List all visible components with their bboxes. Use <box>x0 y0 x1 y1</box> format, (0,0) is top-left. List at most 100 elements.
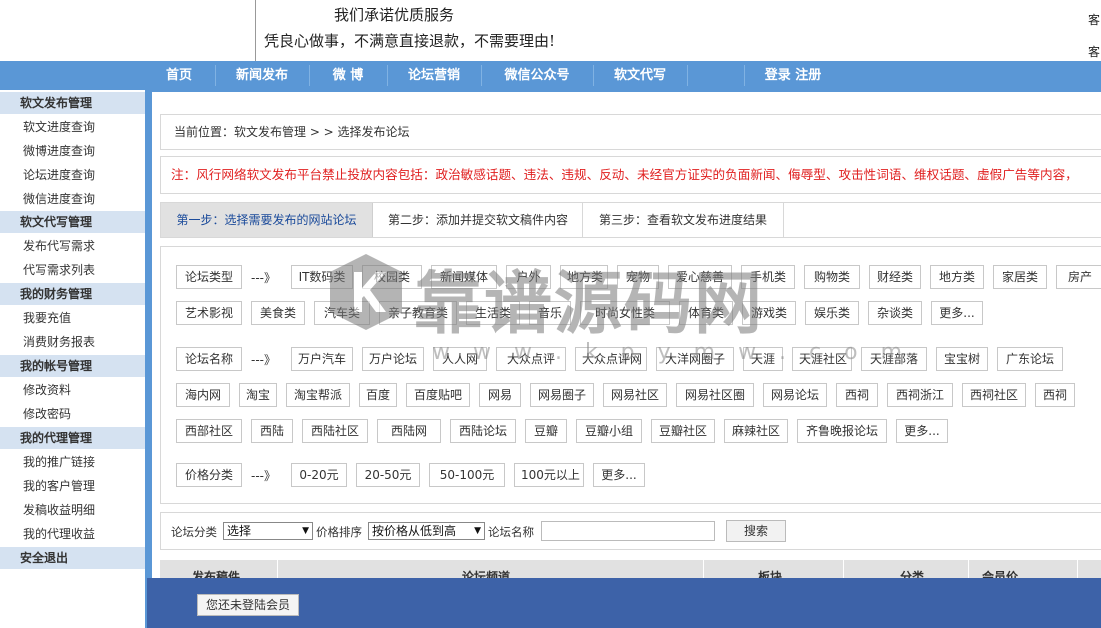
type-row1-tag[interactable]: IT数码类 <box>291 265 353 289</box>
type-row2-tag[interactable]: 时尚女性类 <box>580 301 670 325</box>
name-row3-tag[interactable]: 麻辣社区 <box>724 419 788 443</box>
name-row1-tag[interactable]: 大众点评 <box>496 347 566 371</box>
price-row-tag[interactable]: 20-50元 <box>356 463 420 487</box>
sidebar-item-referral-link[interactable]: 我的推广链接 <box>0 450 145 474</box>
type-row2-tag[interactable]: 艺术影视 <box>176 301 242 325</box>
name-row1-tag[interactable]: 万户论坛 <box>362 347 424 371</box>
type-row1-tag[interactable]: 户外 <box>506 265 551 289</box>
price-row-tag[interactable]: 0-20元 <box>291 463 347 487</box>
sidebar-group-article-publish[interactable]: 软文发布管理 <box>0 92 145 114</box>
step-2-tab[interactable]: 第二步：添加并提交软文稿件内容 <box>374 203 582 237</box>
sidebar-item-weibo-progress[interactable]: 微博进度查询 <box>0 139 145 163</box>
name-row1-tag[interactable]: 万户汽车 <box>291 347 353 371</box>
price-row-tag[interactable]: 100元以上 <box>514 463 584 487</box>
type-row1-tag[interactable]: 购物类 <box>804 265 860 289</box>
nav-login-register[interactable]: 登录 注册 <box>745 61 841 90</box>
type-row2-tag[interactable]: 生活类 <box>466 301 520 325</box>
name-row2-tag[interactable]: 淘宝帮派 <box>286 383 350 407</box>
nav-news-publish[interactable]: 新闻发布 <box>216 61 308 90</box>
name-row2-tag[interactable]: 西祠社区 <box>962 383 1026 407</box>
step-1-tab[interactable]: 第一步：选择需要发布的网站论坛 <box>161 203 373 237</box>
sidebar-item-earnings-detail[interactable]: 发稿收益明细 <box>0 498 145 522</box>
type-row2-tag[interactable]: 更多... <box>931 301 983 325</box>
type-row1-tag[interactable]: 爱心慈善 <box>668 265 732 289</box>
name-row1-tag[interactable]: 人人网 <box>433 347 487 371</box>
sidebar-group-account[interactable]: 我的帐号管理 <box>0 355 145 377</box>
category-select[interactable]: 选择 ▼ <box>223 522 313 540</box>
name-row1-tag[interactable]: 宝宝树 <box>936 347 988 371</box>
name-row2-tag[interactable]: 网易论坛 <box>763 383 827 407</box>
price-row-tag[interactable]: 更多... <box>593 463 645 487</box>
name-row2-tag[interactable]: 百度 <box>359 383 397 407</box>
type-row1-tag[interactable]: 地方类 <box>560 265 608 289</box>
name-row2-tag[interactable]: 网易社区 <box>603 383 667 407</box>
name-row3-tag[interactable]: 豆瓣小组 <box>576 419 642 443</box>
name-row1-tag[interactable]: 广东论坛 <box>997 347 1063 371</box>
name-row3-tag[interactable]: 西陆 <box>251 419 293 443</box>
type-row1-tag[interactable]: 校园类 <box>362 265 422 289</box>
type-row1-tag[interactable]: 家居类 <box>993 265 1047 289</box>
sidebar-group-agent[interactable]: 我的代理管理 <box>0 427 145 449</box>
nav-forum-marketing[interactable]: 论坛营销 <box>388 61 480 90</box>
nav-home[interactable]: 首页 <box>150 61 208 90</box>
type-row2-tag[interactable]: 音乐 <box>529 301 571 325</box>
sidebar-item-post-writing-request[interactable]: 发布代写需求 <box>0 234 145 258</box>
nav-weibo[interactable]: 微 博 <box>310 61 386 90</box>
name-row3-tag[interactable]: 齐鲁晚报论坛 <box>797 419 887 443</box>
name-row2-tag[interactable]: 西祠 <box>1035 383 1075 407</box>
name-row3-tag[interactable]: 西部社区 <box>176 419 242 443</box>
sidebar-item-agent-earnings[interactable]: 我的代理收益 <box>0 522 145 546</box>
type-row1-tag[interactable]: 地方类 <box>930 265 984 289</box>
name-row1-tag[interactable]: 天涯部落 <box>861 347 927 371</box>
forum-name-search-input[interactable] <box>541 521 715 541</box>
type-row2-tag[interactable]: 亲子教育类 <box>379 301 457 325</box>
not-logged-in-button[interactable]: 您还未登陆会员 <box>197 594 300 616</box>
type-row2-tag[interactable]: 美食类 <box>251 301 305 325</box>
search-button[interactable]: 搜索 <box>726 520 786 542</box>
price-sort-select[interactable]: 按价格从低到高 ▼ <box>368 522 485 540</box>
name-row3-tag[interactable]: 西陆网 <box>377 419 441 443</box>
name-row2-tag[interactable]: 百度贴吧 <box>406 383 470 407</box>
sidebar-group-finance[interactable]: 我的财务管理 <box>0 283 145 305</box>
nav-wechat[interactable]: 微信公众号 <box>482 61 592 90</box>
sidebar-item-article-progress[interactable]: 软文进度查询 <box>0 115 145 139</box>
name-row1-tag[interactable]: 大洋网圈子 <box>656 347 734 371</box>
type-row2-tag[interactable]: 体育类 <box>679 301 733 325</box>
name-row3-tag[interactable]: 豆瓣 <box>525 419 567 443</box>
name-row2-tag[interactable]: 淘宝 <box>239 383 277 407</box>
sidebar-group-writing[interactable]: 软文代写管理 <box>0 211 145 233</box>
price-row-tag[interactable]: 50-100元 <box>429 463 505 487</box>
name-row1-tag[interactable]: 天涯社区 <box>792 347 852 371</box>
sidebar-item-writing-request-list[interactable]: 代写需求列表 <box>0 258 145 282</box>
type-row2-tag[interactable]: 娱乐类 <box>805 301 859 325</box>
nav-empty[interactable] <box>688 61 743 90</box>
name-row3-tag[interactable]: 更多... <box>896 419 948 443</box>
name-row3-tag[interactable]: 豆瓣社区 <box>651 419 715 443</box>
name-row2-tag[interactable]: 西祠浙江 <box>887 383 953 407</box>
sidebar-item-recharge[interactable]: 我要充值 <box>0 306 145 330</box>
type-row2-tag[interactable]: 汽车类 <box>314 301 370 325</box>
sidebar-item-edit-profile[interactable]: 修改资料 <box>0 378 145 402</box>
type-row1-tag[interactable]: 宠物 <box>617 265 659 289</box>
type-row1-tag[interactable]: 新闻媒体 <box>431 265 497 289</box>
type-row1-tag[interactable]: 财经类 <box>869 265 921 289</box>
type-row1-tag[interactable]: 手机类 <box>741 265 795 289</box>
sidebar-item-customer-management[interactable]: 我的客户管理 <box>0 474 145 498</box>
sidebar-item-wechat-progress[interactable]: 微信进度查询 <box>0 187 145 211</box>
type-row1-tag[interactable]: 房产 <box>1056 265 1101 289</box>
name-row3-tag[interactable]: 西陆论坛 <box>450 419 516 443</box>
type-row2-tag[interactable]: 游戏类 <box>742 301 796 325</box>
name-row2-tag[interactable]: 西祠 <box>836 383 878 407</box>
name-row2-tag[interactable]: 海内网 <box>176 383 230 407</box>
nav-article-writing[interactable]: 软文代写 <box>594 61 686 90</box>
name-row2-tag[interactable]: 网易圈子 <box>530 383 594 407</box>
sidebar-item-change-password[interactable]: 修改密码 <box>0 402 145 426</box>
step-3-tab[interactable]: 第三步：查看软文发布进度结果 <box>583 203 783 237</box>
sidebar-logout[interactable]: 安全退出 <box>0 547 145 569</box>
name-row1-tag[interactable]: 天涯 <box>743 347 783 371</box>
name-row2-tag[interactable]: 网易社区圈 <box>676 383 754 407</box>
name-row1-tag[interactable]: 大众点评网 <box>575 347 647 371</box>
sidebar-item-finance-report[interactable]: 消费财务报表 <box>0 330 145 354</box>
name-row3-tag[interactable]: 西陆社区 <box>302 419 368 443</box>
type-row2-tag[interactable]: 杂谈类 <box>868 301 922 325</box>
